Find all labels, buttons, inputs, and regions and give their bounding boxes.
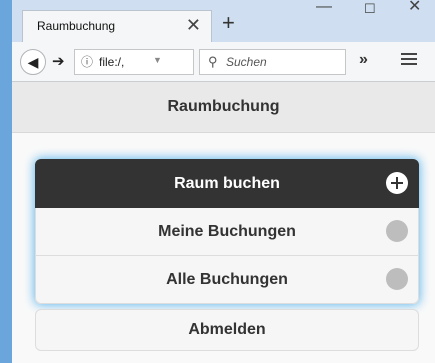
arrow-right-icon: ➔ (52, 53, 65, 70)
dropdown-icon[interactable]: ▼ (153, 55, 162, 65)
search-icon: ⚲ (208, 54, 218, 69)
browser-tab[interactable]: Raumbuchung ✕ (22, 10, 212, 42)
arrow-left-icon: ◀ (27, 54, 39, 70)
browser-toolbar: ◀ ➔ ⓘ file:/, ▼ C ⚲ Suchen » (12, 42, 435, 82)
url-text[interactable]: file:/, (99, 55, 124, 69)
menu-item-raum-buchen[interactable]: Raum buchen (35, 159, 419, 208)
menu-item-alle-buchungen[interactable]: Alle Buchungen (35, 256, 419, 304)
close-window-button[interactable]: ✕ (408, 0, 421, 18)
info-icon[interactable]: ⓘ (81, 53, 93, 70)
tab-title: Raumbuchung (37, 19, 116, 33)
search-input[interactable]: ⚲ Suchen (199, 49, 346, 75)
menu-item-meine-buchungen[interactable]: Meine Buchungen (35, 208, 419, 256)
hamburger-menu-icon[interactable] (401, 50, 417, 68)
overflow-button[interactable]: » (359, 51, 368, 69)
menu-item-label: Meine Buchungen (158, 223, 296, 240)
new-tab-button[interactable]: + (222, 10, 235, 36)
url-bar[interactable]: ⓘ file:/, ▼ C (74, 49, 238, 75)
page-title: Raumbuchung (12, 82, 435, 133)
menu-item-label: Raum buchen (174, 175, 280, 192)
grid-icon (386, 268, 408, 290)
plus-icon (386, 172, 408, 194)
back-button[interactable]: ◀ (20, 49, 46, 75)
grid-icon (386, 220, 408, 242)
window-border (0, 0, 12, 363)
minimize-button[interactable]: — (316, 0, 332, 18)
tab-close-icon[interactable]: ✕ (186, 14, 201, 36)
logout-button[interactable]: Abmelden (35, 309, 419, 351)
search-placeholder: Suchen (226, 55, 267, 69)
main-menu: Raum buchen Meine Buchungen Alle Buchung… (35, 159, 419, 304)
maximize-button[interactable]: ☐ (364, 0, 376, 20)
menu-item-label: Alle Buchungen (166, 271, 288, 288)
page-content: Raumbuchung Raum buchen Meine Buchungen … (12, 82, 435, 363)
forward-button[interactable]: ➔ (52, 52, 65, 72)
